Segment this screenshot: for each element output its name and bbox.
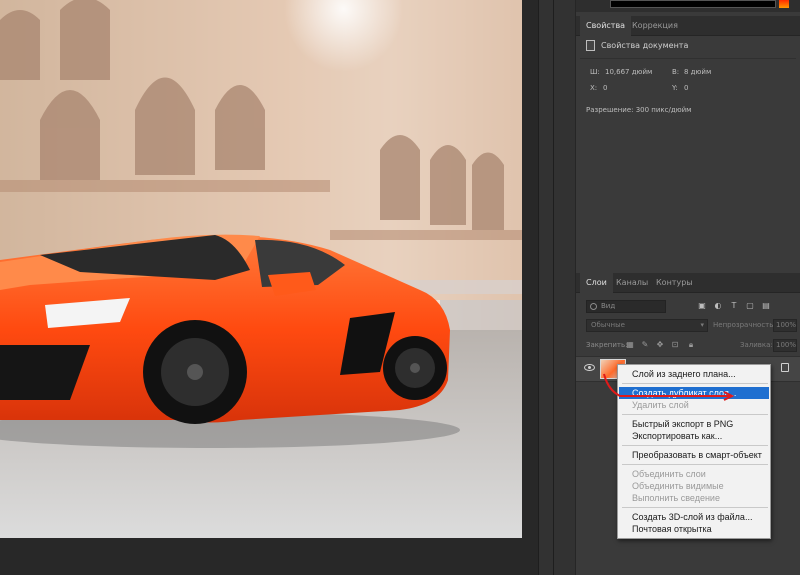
opacity-label: Непрозрачность: [713, 321, 776, 329]
type-filter-icon[interactable]: T [729, 301, 739, 311]
height-value[interactable]: 8 дюйм [684, 68, 711, 76]
layers-tabbar: Слои Каналы Контуры [576, 273, 800, 293]
layer-filter-search[interactable]: Вид [586, 300, 666, 313]
context-menu-item[interactable]: Почтовая открытка [619, 523, 769, 535]
photoshop-window: Свойства Коррекция Свойства документа Ш:… [0, 0, 800, 575]
fill-label: Заливка: [740, 341, 773, 349]
menu-separator [622, 383, 768, 384]
menu-separator [622, 464, 768, 465]
smart-object-filter-icon[interactable]: ▤ [761, 301, 771, 311]
tab-adjustments[interactable]: Коррекция [626, 16, 684, 36]
x-label: X: [590, 84, 598, 92]
context-menu-item: Объединить слои [632, 469, 706, 479]
document-canvas-area[interactable] [0, 0, 538, 575]
menu-separator [622, 445, 768, 446]
lock-position-icon[interactable]: ✥ [655, 340, 665, 350]
document-icon [586, 40, 595, 51]
width-label: Ш: [590, 68, 600, 76]
y-value[interactable]: 0 [684, 84, 688, 92]
fill-input[interactable]: 100% [773, 339, 797, 352]
lock-all-icon[interactable]: 🔒︎ [686, 340, 696, 350]
tab-paths[interactable]: Контуры [650, 273, 699, 293]
context-menu-item: Объединить видимые [632, 481, 724, 491]
layer-filter-kind: Вид [601, 302, 616, 310]
tab-layers[interactable]: Слои [580, 273, 613, 293]
context-menu-item[interactable]: Создать 3D-слой из файла... [619, 511, 769, 523]
image-filter-icon[interactable]: ▣ [697, 301, 707, 311]
lock-artboard-icon[interactable]: ⊡ [670, 340, 680, 350]
resolution-text: Разрешение: 300 пикс/дюйм [586, 106, 692, 114]
y-label: Y: [672, 84, 678, 92]
color-spectrum[interactable] [610, 0, 776, 8]
adjustment-filter-icon[interactable]: ◐ [713, 301, 723, 311]
context-menu-item[interactable]: Слой из заднего плана... [619, 368, 769, 380]
divider [580, 58, 796, 59]
lock-transparency-icon[interactable]: ▦ [625, 340, 635, 350]
properties-header: Свойства документа [586, 40, 688, 51]
context-menu-item: Удалить слой [632, 400, 689, 410]
warning-color-swatch[interactable] [779, 0, 789, 8]
properties-title: Свойства документа [601, 41, 689, 50]
layer-context-menu: Слой из заднего плана... Создать дубликат… [617, 364, 771, 539]
panel-divider[interactable] [538, 0, 554, 575]
panel-collapse-strip[interactable] [554, 0, 576, 575]
chevron-down-icon: ▾ [700, 321, 704, 329]
height-label: В: [672, 68, 680, 76]
width-value[interactable]: 10,667 дюйм [605, 68, 652, 76]
eye-icon[interactable] [584, 364, 595, 371]
context-menu-item: Выполнить сведение [632, 493, 720, 503]
shape-filter-icon[interactable]: ▢ [745, 301, 755, 311]
lock-icon[interactable] [781, 363, 789, 372]
search-icon [590, 303, 597, 310]
blend-mode-value: Обычные [591, 321, 625, 329]
menu-separator [622, 507, 768, 508]
menu-separator [622, 414, 768, 415]
context-menu-item[interactable]: Преобразовать в смарт-объект [619, 449, 769, 461]
tab-channels[interactable]: Каналы [610, 273, 654, 293]
opacity-input[interactable]: 100% [773, 319, 797, 332]
context-menu-item[interactable]: Экспортировать как... [619, 430, 769, 442]
tab-properties[interactable]: Свойства [580, 16, 632, 36]
blend-mode-select[interactable]: Обычные ▾ [586, 319, 708, 332]
context-menu-item[interactable]: Быстрый экспорт в PNG [619, 418, 769, 430]
context-menu-item[interactable]: Создать дубликат слоя... [619, 387, 769, 399]
lock-pixels-icon[interactable]: ✎ [640, 340, 650, 350]
document-image[interactable] [0, 0, 522, 538]
lock-label: Закрепить: [586, 341, 628, 349]
x-value[interactable]: 0 [603, 84, 607, 92]
properties-tabbar: Свойства Коррекция [576, 16, 800, 36]
